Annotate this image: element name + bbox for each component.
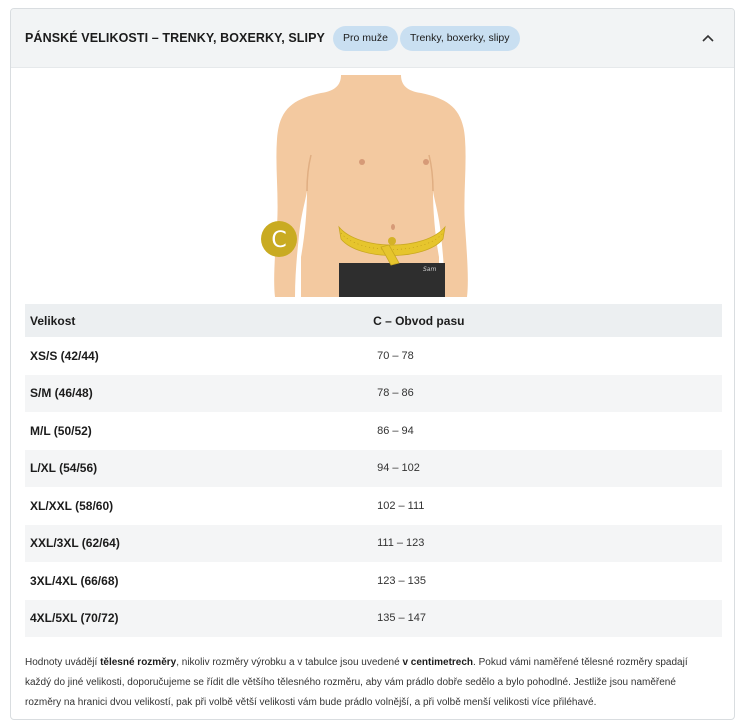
table-row: S/M (46/48) 78 – 86: [25, 374, 722, 412]
size-cell: L/XL (54/56): [25, 449, 365, 487]
size-cell: 4XL/5XL (70/72): [25, 599, 365, 637]
nipple-left: [359, 159, 365, 165]
tape-buckle: [388, 237, 396, 245]
size-cell: XXL/3XL (62/64): [25, 524, 365, 562]
size-cell: S/M (46/48): [25, 374, 365, 412]
collapse-button[interactable]: [696, 26, 720, 50]
waist-cell: 111 – 123: [364, 524, 722, 562]
size-table: Velikost C – Obvod pasu XS/S (42/44) 70 …: [25, 304, 722, 637]
size-cell: M/L (50/52): [30, 423, 92, 438]
size-cell: 3XL/4XL (66/68): [30, 573, 119, 588]
note-text-1: Hodnoty uvádějí: [25, 657, 101, 668]
table-row: 4XL/5XL (70/72) 135 – 147: [25, 599, 722, 637]
waist-cell: 78 – 86: [364, 374, 722, 412]
waist-cell: 70 – 78: [377, 349, 414, 362]
size-cell: XS/S (42/44): [30, 348, 99, 363]
waist-cell: 123 – 135: [377, 574, 427, 587]
table-row: XXL/3XL (62/64) 111 – 123: [25, 524, 722, 562]
marker-c-letter: C: [271, 228, 286, 253]
table-row: XS/S (42/44) 70 – 78: [25, 337, 722, 375]
waist-cell: 135 – 147: [364, 599, 722, 637]
column-header-waist: C – Obvod pasu: [364, 304, 722, 337]
size-guide-title: PÁNSKÉ VELIKOSTI – TRENKY, BOXERKY, SLIP…: [25, 31, 325, 45]
table-row: XL/XXL (58/60) 102 – 111: [25, 487, 722, 525]
size-guide-card: PÁNSKÉ VELIKOSTI – TRENKY, BOXERKY, SLIP…: [10, 8, 735, 720]
table-row: 3XL/4XL (66/68) 123 – 135: [25, 562, 722, 600]
size-guide-note: Hodnoty uvádějí tělesné rozměry, nikoliv…: [25, 653, 705, 713]
size-cell: XL/XXL (58/60): [30, 498, 114, 513]
navel: [391, 224, 395, 230]
column-header-size: Velikost: [25, 304, 365, 337]
tag-category: Trenky, boxerky, slipy: [399, 25, 520, 51]
waist-cell: 86 – 94: [377, 424, 414, 437]
nipple-right: [423, 159, 429, 165]
size-guide-header[interactable]: PÁNSKÉ VELIKOSTI – TRENKY, BOXERKY, SLIP…: [11, 9, 734, 68]
note-bold-1: tělesné rozměry: [100, 657, 177, 668]
note-text-2: , nikoliv rozměry výrobku a v tabulce js…: [176, 657, 403, 668]
table-header-row: Velikost C – Obvod pasu: [25, 304, 722, 337]
brand-text: Sam: [423, 266, 436, 273]
table-row: M/L (50/52) 86 – 94: [25, 412, 722, 450]
table-row: L/XL (54/56) 94 – 102: [25, 449, 722, 487]
body-measurement-illustration: Sam C: [261, 75, 468, 297]
chevron-up-icon: [702, 34, 714, 42]
tag-men: Pro muže: [333, 25, 398, 51]
note-bold-2: v centimetrech: [402, 657, 474, 668]
waist-cell: 102 – 111: [377, 499, 425, 512]
waist-cell: 94 – 102: [364, 449, 722, 487]
